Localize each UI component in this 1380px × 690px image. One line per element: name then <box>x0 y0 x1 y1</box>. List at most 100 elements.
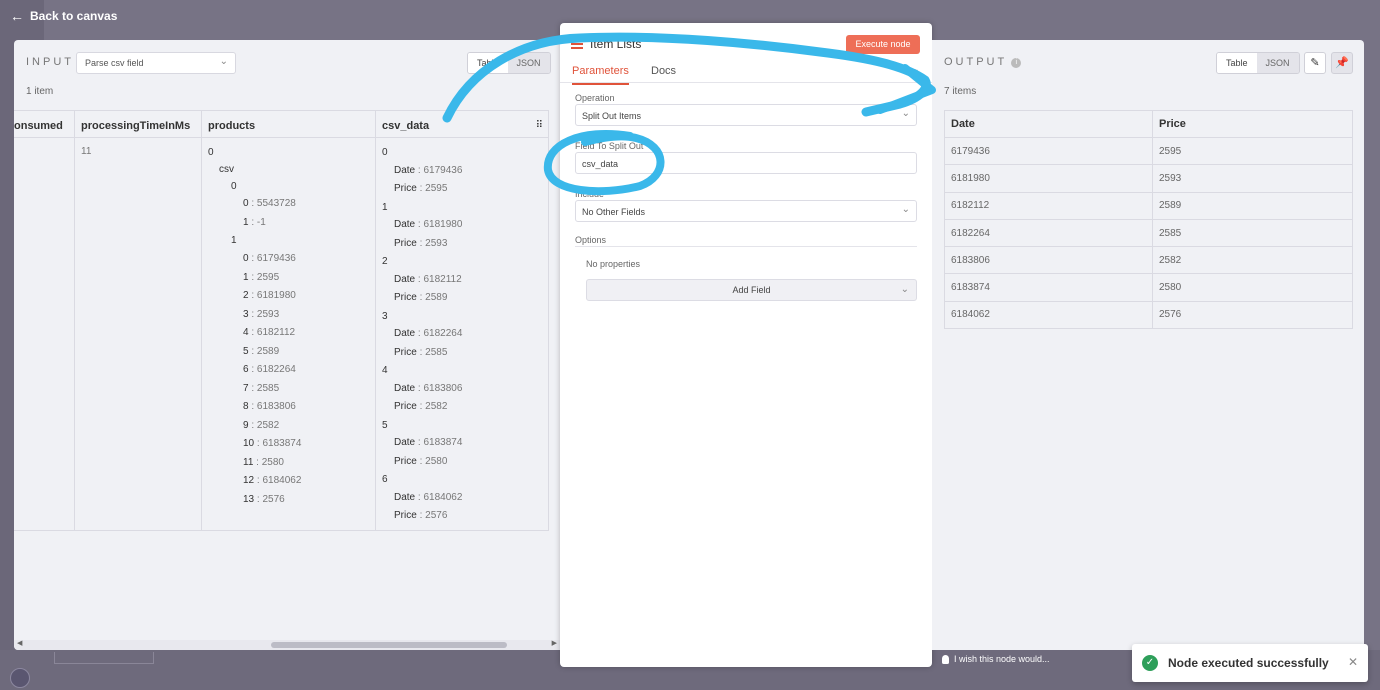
pin-icon[interactable]: 📌 <box>1331 52 1353 74</box>
products-tree-item: 7 : 2585 <box>243 383 279 394</box>
column-header-date: Date <box>944 110 1153 138</box>
close-icon[interactable]: ✕ <box>1348 655 1358 669</box>
csv-date-entry: Date : 6184062 <box>394 492 462 503</box>
lightbulb-icon <box>942 654 949 664</box>
tree-separator: : <box>416 510 426 521</box>
tree-value: 2595 <box>425 183 448 194</box>
tree-separator: : <box>248 364 257 375</box>
products-tree-item: 1 : -1 <box>243 217 266 228</box>
field-to-split-out-value: csv_data <box>582 159 619 169</box>
column-header-price: Price <box>1152 110 1353 138</box>
list-icon <box>571 39 583 49</box>
table-row: 6183874 2580 <box>944 273 1353 302</box>
tree-separator: : <box>416 346 426 358</box>
tree-separator: : <box>248 290 257 301</box>
tab-docs[interactable]: Docs <box>651 65 676 83</box>
execute-node-button[interactable]: Execute node <box>846 35 920 54</box>
tree-separator: : <box>248 419 257 431</box>
success-toast: ✓ Node executed successfully ✕ <box>1132 644 1368 682</box>
csv-date-entry: Date : 6181980 <box>394 219 462 230</box>
check-circle-icon: ✓ <box>1142 655 1158 671</box>
tree-separator: : <box>248 271 257 283</box>
column-header-processing-time: processingTimeInMs <box>75 111 201 138</box>
field-to-split-out-input[interactable]: csv_data <box>575 152 917 174</box>
tree-value: 6183806 <box>423 382 463 394</box>
tree-value: 2585 <box>256 382 280 394</box>
input-title: INPUT <box>26 56 81 70</box>
scroll-right-icon[interactable]: ▶ <box>552 639 557 647</box>
parameters-panel: Item Lists Execute node Parameters Docs … <box>560 23 932 667</box>
tree-value: 2593 <box>256 308 280 320</box>
horizontal-scrollbar[interactable]: ◀ ▶ <box>14 640 560 650</box>
output-json-view-button[interactable]: JSON <box>1256 53 1299 73</box>
back-to-canvas-label: Back to canvas <box>30 9 118 23</box>
tree-key: 11 <box>243 456 254 468</box>
output-table-body: 6179436 2595 6181980 2593 6182112 2589 6182264… <box>944 136 1353 330</box>
help-icon[interactable] <box>10 668 30 688</box>
tree-value: 6184062 <box>262 475 302 486</box>
output-table-view-button[interactable]: Table <box>1217 53 1257 73</box>
tree-value: 6184062 <box>423 491 463 503</box>
tree-value: 6179436 <box>256 253 296 264</box>
drag-handle-icon[interactable]: ⠿ <box>536 120 543 131</box>
tree-separator: : <box>248 382 257 394</box>
price-cell: 2576 <box>1152 300 1353 330</box>
tree-key: Price <box>394 237 417 249</box>
tree-value: 2580 <box>261 456 284 468</box>
tree-separator: : <box>248 327 257 338</box>
tree-separator: : <box>248 198 257 209</box>
output-panel: OUTPUT i Table JSON ✎ 📌 7 items Date Pric… <box>932 40 1364 650</box>
pencil-icon[interactable]: ✎ <box>1304 52 1326 74</box>
gear-icon[interactable]: ⚙ <box>910 67 920 80</box>
products-tree-item: 13 : 2576 <box>243 494 285 505</box>
tab-parameters[interactable]: Parameters <box>572 65 629 85</box>
field-to-split-out-label: Field To Split Out <box>575 141 644 151</box>
csv-price-entry: Price : 2582 <box>394 401 447 412</box>
tree-index: 0 <box>208 147 214 158</box>
products-tree-item: 3 : 2593 <box>243 309 279 320</box>
processing-time-value: 11 <box>81 146 92 157</box>
products-tree-item: 12 : 6184062 <box>243 475 301 486</box>
tree-index: 3 <box>382 310 388 322</box>
table-row: 6182112 2589 <box>944 191 1353 220</box>
scroll-left-icon[interactable]: ◀ <box>17 639 22 647</box>
column-csv-data: csv_data ⠿ 0 Date : 6179436 Price : 2595 1 D… <box>376 111 549 530</box>
table-row: 6182264 2585 <box>944 218 1353 248</box>
price-cell: 2593 <box>1152 164 1353 193</box>
arrow-left-icon: ← <box>10 8 24 24</box>
info-icon[interactable]: i <box>1011 58 1022 68</box>
output-title-wrap: OUTPUT i <box>944 56 1022 68</box>
node-name[interactable]: Item Lists <box>590 37 641 51</box>
tree-index: 5 <box>382 419 388 431</box>
tree-separator: : <box>253 456 262 468</box>
input-node-select[interactable]: Parse csv field ⌄ <box>76 52 236 74</box>
price-cell: 2589 <box>1152 191 1353 220</box>
csv-date-entry: Date : 6183806 <box>394 383 462 394</box>
output-table: Date Price 6179436 2595 6181980 2593 6182112… <box>944 110 1353 330</box>
tree-value: 6181980 <box>423 219 463 230</box>
include-select[interactable]: No Other Fields ⌄ <box>575 200 917 222</box>
canvas-zoom-controls <box>54 652 154 664</box>
wish-feedback-link[interactable]: I wish this node would... <box>942 654 1050 664</box>
input-node-value: Parse csv field <box>85 58 144 68</box>
tree-key-csv: csv <box>219 164 234 175</box>
add-field-label: Add Field <box>732 285 771 295</box>
input-json-view-button[interactable]: JSON <box>507 53 550 73</box>
tree-key: Price <box>394 346 417 358</box>
tree-separator: : <box>416 292 426 303</box>
tree-value: 6183874 <box>262 438 302 449</box>
tree-value: 2595 <box>256 271 280 283</box>
tree-separator: : <box>248 401 257 412</box>
operation-select[interactable]: Split Out Items ⌄ <box>575 104 917 126</box>
chevron-down-icon: ⌄ <box>219 56 228 67</box>
input-panel: INPUT Parse csv field ⌄ Table JSON 1 ite… <box>14 40 560 650</box>
back-to-canvas-link[interactable]: ← Back to canvas <box>10 8 117 24</box>
options-divider <box>575 246 917 247</box>
tree-value: 2585 <box>425 346 448 358</box>
add-field-button[interactable]: Add Field ⌄ <box>586 279 917 301</box>
csv-price-entry: Price : 2576 <box>394 510 447 521</box>
tree-value: -1 <box>256 216 266 228</box>
scrollbar-thumb[interactable] <box>271 642 507 648</box>
csv-price-entry: Price : 2595 <box>394 183 447 194</box>
input-table-view-button[interactable]: Table <box>468 53 508 73</box>
